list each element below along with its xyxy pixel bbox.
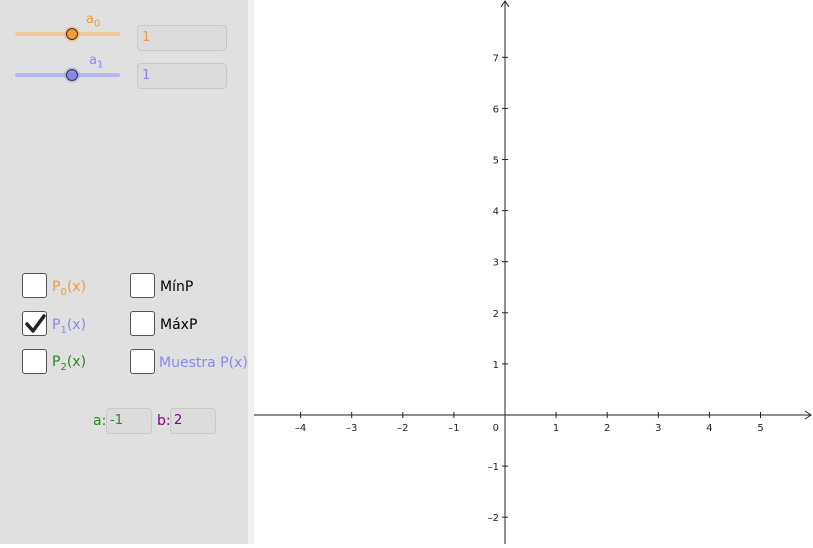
y-tick-label: 2 (493, 309, 499, 320)
slider-a0-value-input[interactable]: 1 (137, 25, 227, 51)
x-tick-label: –2 (397, 423, 408, 434)
slider-a0-handle[interactable] (66, 28, 78, 40)
graphics-view[interactable]: –4 –3 –2 –1 1 2 3 4 5 7 6 5 4 3 2 1 –1 –2 0 (254, 0, 813, 544)
checkmark-icon (25, 314, 46, 333)
y-tick-label: 3 (493, 258, 499, 269)
x-tick-label: 4 (706, 423, 712, 434)
slider-a1-label: a1 (89, 53, 104, 71)
algebra-panel: a0 1 a1 1 P0(x) MínP P1(x) MáxP P2(x) Mu… (0, 0, 248, 544)
y-tick-label: 7 (493, 53, 499, 64)
x-tick-label: 1 (553, 423, 559, 434)
x-tick-label: –3 (346, 423, 357, 434)
y-tick-label: 5 (493, 156, 499, 167)
checkbox-muestra[interactable] (130, 349, 155, 374)
checkbox-muestra-label: Muestra P(x) (159, 355, 248, 371)
coordinate-plane[interactable]: –4 –3 –2 –1 1 2 3 4 5 7 6 5 4 3 2 1 –1 –2 0 (254, 0, 813, 544)
checkbox-p0-label: P0(x) (52, 279, 87, 298)
interval-b-input[interactable]: 2 (170, 408, 216, 434)
y-tick-label: 1 (493, 360, 499, 371)
checkbox-p0[interactable] (22, 273, 47, 298)
y-tick-label: 6 (493, 104, 499, 115)
slider-a0-label: a0 (86, 12, 101, 30)
slider-a1-value-input[interactable]: 1 (137, 63, 227, 89)
checkbox-p1[interactable] (22, 311, 47, 336)
checkbox-maxp[interactable] (130, 311, 155, 336)
x-tick-label: –1 (448, 423, 459, 434)
y-tick-label: –2 (488, 513, 499, 524)
y-tick-label: –1 (488, 462, 499, 473)
checkbox-p2[interactable] (22, 349, 47, 374)
checkbox-p1-label: P1(x) (52, 317, 87, 336)
interval-a-input[interactable]: -1 (106, 408, 152, 434)
slider-a1-handle[interactable] (66, 69, 78, 81)
checkbox-minp[interactable] (130, 273, 155, 298)
checkbox-p2-label: P2(x) (52, 354, 87, 373)
interval-a-label: a: (93, 413, 107, 429)
x-tick-label: 2 (604, 423, 610, 434)
origin-label: 0 (493, 423, 499, 434)
interval-b-label: b: (157, 413, 171, 429)
checkbox-maxp-label: MáxP (160, 317, 198, 333)
x-tick-label: –4 (295, 423, 306, 434)
checkbox-minp-label: MínP (160, 279, 194, 295)
x-tick-label: 5 (757, 423, 763, 434)
x-tick-label: 3 (655, 423, 661, 434)
y-tick-label: 4 (493, 207, 499, 218)
